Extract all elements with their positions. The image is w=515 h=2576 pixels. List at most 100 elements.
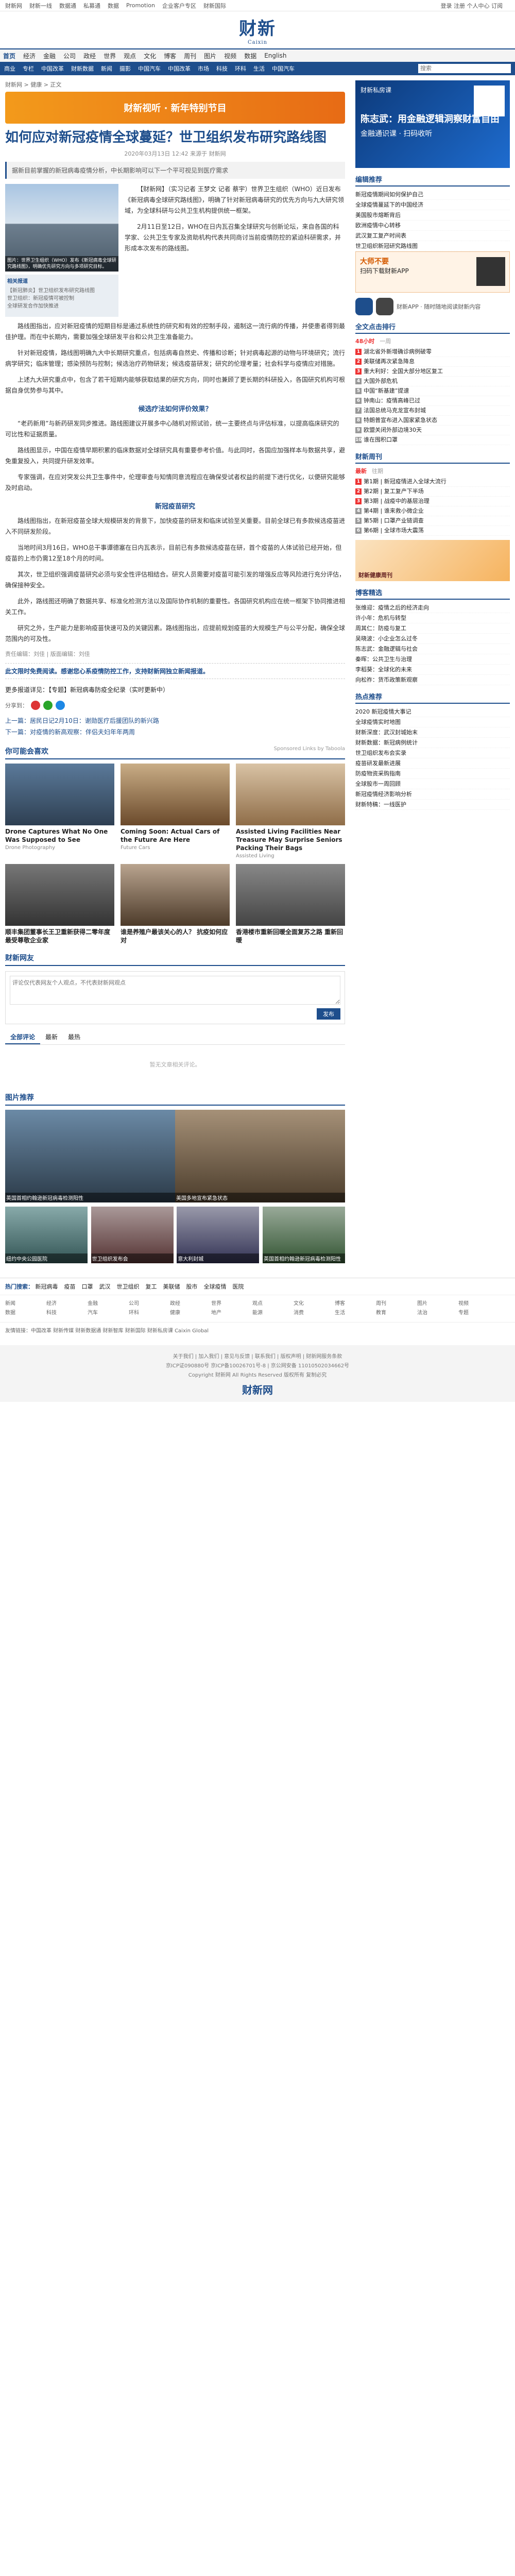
subnav-item[interactable]: 中国汽车: [272, 65, 295, 72]
banner-ad[interactable]: 财新视听 · 新年特别节目: [5, 92, 345, 124]
nav-item[interactable]: 周刊: [184, 52, 196, 60]
recommend-card[interactable]: Assisted Living Facilities Near Treasure…: [236, 764, 345, 859]
subnav-item[interactable]: 财新数据: [71, 65, 94, 72]
hot-search-item[interactable]: 疫苗: [64, 1283, 76, 1290]
related-link[interactable]: 【新冠肺炎】世卫组织发布研究路线图: [7, 286, 116, 294]
search-input[interactable]: [418, 64, 511, 73]
app-row[interactable]: 财新APP · 随时随地阅读财新内容: [355, 298, 510, 315]
subnav-item[interactable]: 新闻: [101, 65, 112, 72]
hot-search-item[interactable]: 医院: [233, 1283, 244, 1290]
site-logo[interactable]: 财新 Caixin: [239, 14, 276, 45]
nav-item[interactable]: 图片: [204, 52, 216, 60]
sitemap-link[interactable]: 世界: [211, 1299, 252, 1309]
subnav-item[interactable]: 环科: [235, 65, 246, 72]
recommend-card[interactable]: 香港楼市重新回暖全面复苏之路 重新回暖: [236, 864, 345, 944]
prev-article-link[interactable]: 上一篇：居民日记2月10日：谢勋医疗后援团队的新兴路: [5, 715, 345, 726]
photo-item[interactable]: 英国首相约翰逊新冠病毒检测阳性: [262, 1207, 345, 1263]
nav-item[interactable]: 世界: [104, 52, 116, 60]
hot-search-item[interactable]: 新冠病毒: [36, 1283, 58, 1290]
sitemap-link[interactable]: 环科: [129, 1309, 170, 1318]
tab-week[interactable]: 一周: [380, 337, 391, 345]
sitemap-link[interactable]: 文化: [294, 1299, 335, 1309]
hot-recommend-item[interactable]: 防疫物资采购指南: [355, 769, 510, 779]
hot-search-item[interactable]: 全球疫情: [204, 1283, 227, 1290]
comment-input[interactable]: [10, 976, 340, 1005]
topbar-item[interactable]: 私募通: [83, 2, 100, 10]
subnav-item[interactable]: 中国改革: [168, 65, 191, 72]
qq-share-icon[interactable]: [56, 701, 65, 710]
subnav-item[interactable]: 专栏: [23, 65, 34, 72]
related-link[interactable]: 全球研发合作加快推进: [7, 301, 116, 309]
sidebar-image-ad[interactable]: 财新健康周刊: [355, 540, 510, 581]
subnav-item[interactable]: 科技: [216, 65, 228, 72]
rank-item[interactable]: 8 特朗普宣布进入国家紧急状态: [355, 416, 510, 426]
tab-latest[interactable]: 最新: [355, 467, 367, 475]
rank-item[interactable]: 6 钟南山：疫情高峰已过: [355, 396, 510, 406]
hot-recommend-item[interactable]: 疫苗研发最新进展: [355, 758, 510, 769]
sitemap-link[interactable]: 科技: [46, 1309, 88, 1318]
photo-item[interactable]: 美国多地宣布紧急状态: [175, 1110, 345, 1202]
nav-item[interactable]: 观点: [124, 52, 136, 60]
hot-recommend-item[interactable]: 财新深度：武汉封城始末: [355, 727, 510, 738]
rank-item[interactable]: 2 美联储再次紧急降息: [355, 357, 510, 367]
weekly-item[interactable]: 3 第3期 | 战疫中的基层治理: [355, 497, 510, 506]
hot-search-item[interactable]: 股市: [186, 1283, 198, 1290]
sitemap-link[interactable]: 新闻: [5, 1299, 46, 1309]
subnav-item[interactable]: 中国汽车: [138, 65, 161, 72]
recommend-card[interactable]: 谁是养殖户最该关心的人？ 抗疫如何应对: [121, 864, 230, 944]
hot-recommend-item[interactable]: 世卫组织发布会实录: [355, 748, 510, 758]
recommend-card[interactable]: 顺丰集团董事长王卫重新获得二零年度最受尊敬企业家: [5, 864, 114, 944]
weekly-item[interactable]: 1 第1期 | 新冠疫情进入全球大流行: [355, 477, 510, 487]
sitemap-link[interactable]: 消费: [294, 1309, 335, 1318]
hot-search-item[interactable]: 复工: [146, 1283, 157, 1290]
sitemap-link[interactable]: 专题: [458, 1309, 500, 1318]
blog-item[interactable]: 许小年：危机与转型: [355, 613, 510, 623]
blog-item[interactable]: 秦晖：公共卫生与治理: [355, 654, 510, 665]
tab-latest-comments[interactable]: 最新: [40, 1030, 63, 1044]
photo-item[interactable]: 纽约中央公园医院: [5, 1207, 88, 1263]
sitemap-link[interactable]: 生活: [335, 1309, 376, 1318]
nav-item[interactable]: 金融: [43, 52, 56, 60]
editor-pick-item[interactable]: 新冠疫情期间如何保护自己: [355, 190, 510, 200]
topbar-item[interactable]: 财新网: [5, 2, 22, 10]
topbar-item[interactable]: 财新一线: [29, 2, 52, 10]
topbar-item[interactable]: Promotion: [126, 2, 155, 9]
topbar-item[interactable]: 数据通: [59, 2, 76, 10]
nav-item[interactable]: 文化: [144, 52, 156, 60]
photo-item[interactable]: 意大利封城: [177, 1207, 260, 1263]
blog-item[interactable]: 吴晓波：小企业怎么过冬: [355, 634, 510, 644]
editor-pick-item[interactable]: 欧洲疫情中心转移: [355, 221, 510, 231]
editor-pick-item[interactable]: 美国股市熔断背后: [355, 210, 510, 221]
sitemap-link[interactable]: 金融: [88, 1299, 129, 1309]
recommend-card[interactable]: Coming Soon: Actual Cars of the Future A…: [121, 764, 230, 859]
weibo-share-icon[interactable]: [31, 701, 40, 710]
app-download-ad[interactable]: 大师不要 扫码下载财新APP: [355, 251, 510, 293]
weekly-item[interactable]: 2 第2期 | 复工复产下半场: [355, 487, 510, 497]
blog-item[interactable]: 张维迎：疫情之后的经济走向: [355, 603, 510, 613]
sitemap-link[interactable]: 法治: [417, 1309, 458, 1318]
sitemap-link[interactable]: 数据: [5, 1309, 46, 1318]
rank-item[interactable]: 5 中国“新基建”提速: [355, 386, 510, 396]
hot-recommend-item[interactable]: 财新特稿：一线医护: [355, 800, 510, 810]
sitemap-link[interactable]: 汽车: [88, 1309, 129, 1318]
sitemap-link[interactable]: 视频: [458, 1299, 500, 1309]
nav-item[interactable]: English: [264, 52, 286, 59]
account-links[interactable]: 登录 注册 个人中心 订阅: [441, 2, 503, 10]
nav-item[interactable]: 经济: [23, 52, 36, 60]
rank-item[interactable]: 1 湖北省外新增确诊病例破零: [355, 347, 510, 357]
subnav-item[interactable]: 摄影: [119, 65, 131, 72]
nav-item[interactable]: 政经: [83, 52, 96, 60]
tab-hot-comments[interactable]: 最热: [63, 1030, 85, 1044]
hot-recommend-item[interactable]: 2020 新冠疫情大事记: [355, 707, 510, 717]
rank-item[interactable]: 4 大国外部危机: [355, 377, 510, 386]
hot-search-item[interactable]: 武汉: [99, 1283, 111, 1290]
nav-item[interactable]: 首页: [3, 52, 15, 60]
rank-item[interactable]: 10 谁在囤积口罩: [355, 435, 510, 445]
editor-pick-item[interactable]: 世卫组织新冠研究路线图: [355, 241, 510, 251]
editor-pick-item[interactable]: 全球疫情蔓延下的中国经济: [355, 200, 510, 210]
topbar-item[interactable]: 数据: [108, 2, 119, 10]
rank-item[interactable]: 3 重大利好：全国大部分地区复工: [355, 367, 510, 377]
subnav-item[interactable]: 市场: [198, 65, 209, 72]
related-link[interactable]: 世卫组织：新冠疫情可被控制: [7, 294, 116, 301]
weekly-item[interactable]: 5 第5期 | 口罩产业链调查: [355, 516, 510, 526]
